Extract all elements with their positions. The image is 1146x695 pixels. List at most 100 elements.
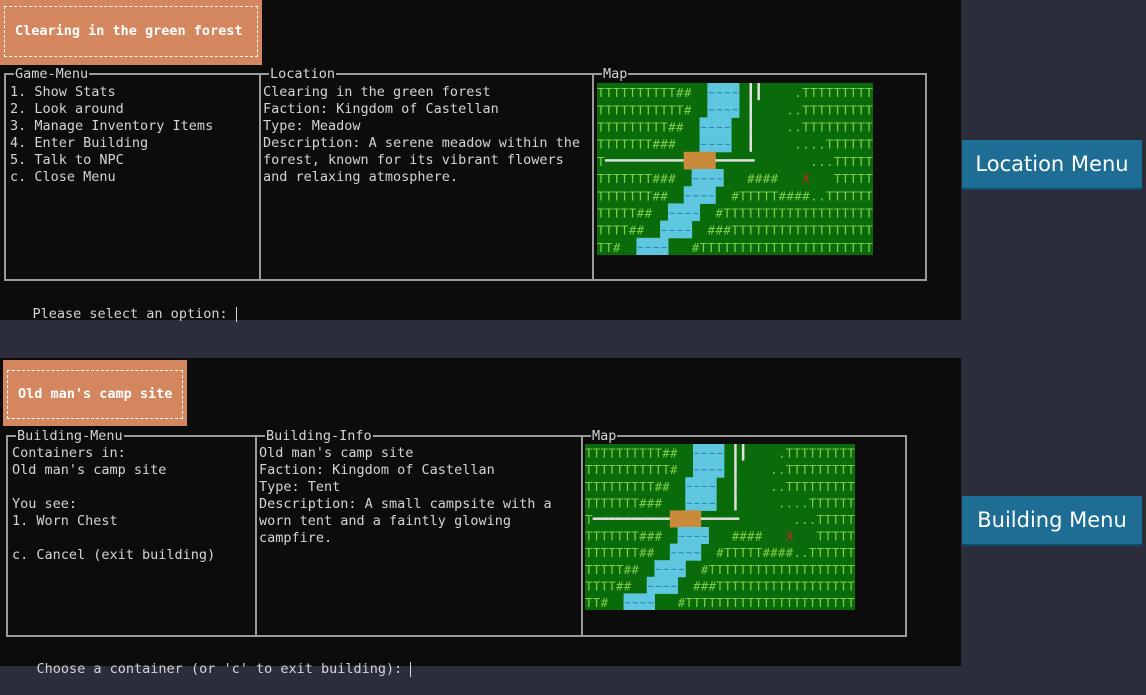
tree-glyph: T: [668, 102, 676, 117]
water-glyph: ~: [671, 581, 677, 592]
tree-glyph: T: [802, 85, 810, 100]
bush-glyph: #: [662, 480, 670, 494]
tree-glyph: T: [794, 206, 802, 221]
game-menu-item[interactable]: 1. Show Stats: [10, 84, 255, 101]
water-glyph: ~: [732, 88, 738, 99]
tree-glyph: T: [865, 120, 873, 135]
tree-glyph: T: [810, 240, 818, 255]
tree-glyph: T: [637, 171, 645, 186]
location-terminal: Clearing in the green forest Game-Menu 1…: [0, 0, 961, 322]
game-menu-title: Game-Menu: [14, 66, 90, 82]
tree-glyph: T: [842, 240, 850, 255]
tree-glyph: T: [847, 596, 855, 610]
tree-glyph: T: [597, 137, 605, 152]
bridge-tile: [691, 151, 701, 170]
bush-glyph: #: [613, 240, 621, 255]
water-glyph: ~: [694, 465, 700, 476]
location-info-panel: Location Clearing in the green forest Fac…: [259, 66, 594, 279]
water-glyph: ~: [702, 448, 708, 459]
tree-glyph: T: [818, 240, 826, 255]
water-glyph: ~: [717, 465, 723, 476]
tree-glyph: T: [621, 206, 629, 221]
tree-glyph: T: [842, 85, 850, 100]
tree-glyph: T: [849, 120, 857, 135]
tree-glyph: T: [834, 206, 842, 221]
tree-glyph: T: [613, 120, 621, 135]
tree-glyph: T: [621, 120, 629, 135]
bush-glyph: #: [755, 171, 763, 186]
tree-glyph: T: [629, 206, 637, 221]
tree-glyph: T: [802, 120, 810, 135]
game-menu-item[interactable]: 4. Enter Building: [10, 135, 255, 152]
bush-glyph: #: [731, 188, 739, 203]
water-glyph: ~: [686, 482, 692, 493]
text-cursor: [410, 661, 412, 677]
bush-glyph: #: [660, 188, 668, 203]
bush-glyph: #: [786, 188, 794, 203]
water-glyph: ~: [716, 122, 722, 133]
game-menu-item[interactable]: c. Close Menu: [10, 169, 255, 186]
bridge-tile: [699, 151, 708, 170]
building-menu-item[interactable]: Old man's camp site: [12, 462, 251, 479]
tree-glyph: T: [810, 206, 818, 221]
tree-glyph: T: [849, 206, 857, 221]
building-title-banner: Old man's camp site: [3, 360, 187, 426]
building-menu-item[interactable]: [12, 479, 251, 496]
grass-glyph: .: [794, 137, 802, 152]
building-prompt[interactable]: Choose a container (or 'c' to exit build…: [4, 644, 412, 695]
tree-glyph: T: [597, 223, 605, 238]
water-glyph: ~: [724, 88, 730, 99]
tree-glyph: T: [621, 102, 629, 117]
water-glyph: ~: [716, 140, 722, 151]
bush-glyph: #: [637, 206, 645, 221]
bush-glyph: #: [779, 188, 787, 203]
water-glyph: ~: [693, 191, 699, 202]
water-glyph: ~: [700, 191, 706, 202]
location-menu-button[interactable]: Location Menu: [962, 140, 1142, 190]
tree-glyph: T: [849, 188, 857, 203]
water-glyph: ~: [694, 482, 700, 493]
tree-glyph: T: [865, 223, 873, 238]
game-menu-item[interactable]: 3. Manage Inventory Items: [10, 118, 255, 135]
building-menu-item[interactable]: [12, 530, 251, 547]
water-glyph: ~: [709, 498, 715, 509]
tree-glyph: T: [605, 120, 613, 135]
tree-glyph: T: [826, 120, 834, 135]
building-menu-item[interactable]: Containers in:: [12, 445, 251, 462]
building-info-line: Faction: Kingdom of Castellan: [259, 462, 495, 478]
building-info-text: Old man's camp site Faction: Kingdom of C…: [259, 445, 577, 547]
tree-glyph: T: [865, 188, 873, 203]
location-prompt[interactable]: Please select an option:: [0, 289, 237, 340]
tree-glyph: T: [597, 102, 605, 117]
water-glyph: ~: [637, 243, 643, 254]
tree-glyph: T: [818, 223, 826, 238]
location-title: Clearing in the green forest: [4, 6, 258, 57]
water-glyph: ~: [661, 243, 667, 254]
building-menu-item[interactable]: c. Cancel (exit building): [12, 547, 251, 564]
bush-glyph: #: [668, 137, 676, 152]
tree-glyph: T: [802, 206, 810, 221]
tree-glyph: T: [644, 171, 652, 186]
tree-glyph: T: [755, 188, 763, 203]
tree-glyph: T: [847, 530, 855, 544]
building-menu-item[interactable]: You see:: [12, 496, 251, 513]
grass-glyph: .: [794, 85, 802, 100]
building-menu-title: Building-Menu: [16, 428, 124, 444]
building-title: Old man's camp site: [7, 370, 183, 419]
water-glyph: ~: [677, 208, 683, 219]
tree-glyph: T: [731, 240, 739, 255]
tree-glyph: T: [621, 171, 629, 186]
bush-glyph: #: [684, 102, 692, 117]
game-menu-item[interactable]: 5. Talk to NPC: [10, 152, 255, 169]
bush-glyph: #: [655, 496, 663, 510]
location-info-line: Type: Meadow: [263, 118, 361, 134]
building-menu-button[interactable]: Building Menu: [962, 496, 1142, 546]
tree-glyph: T: [660, 85, 668, 100]
game-menu-item[interactable]: 2. Look around: [10, 101, 255, 118]
location-panels: Game-Menu 1. Show Stats 2. Look around 3. …: [4, 66, 927, 281]
water-glyph: ~: [685, 208, 691, 219]
tree-glyph: T: [763, 223, 771, 238]
bush-glyph: #: [624, 579, 632, 593]
water-glyph: ~: [700, 122, 706, 133]
building-menu-item[interactable]: 1. Worn Chest: [12, 513, 251, 530]
